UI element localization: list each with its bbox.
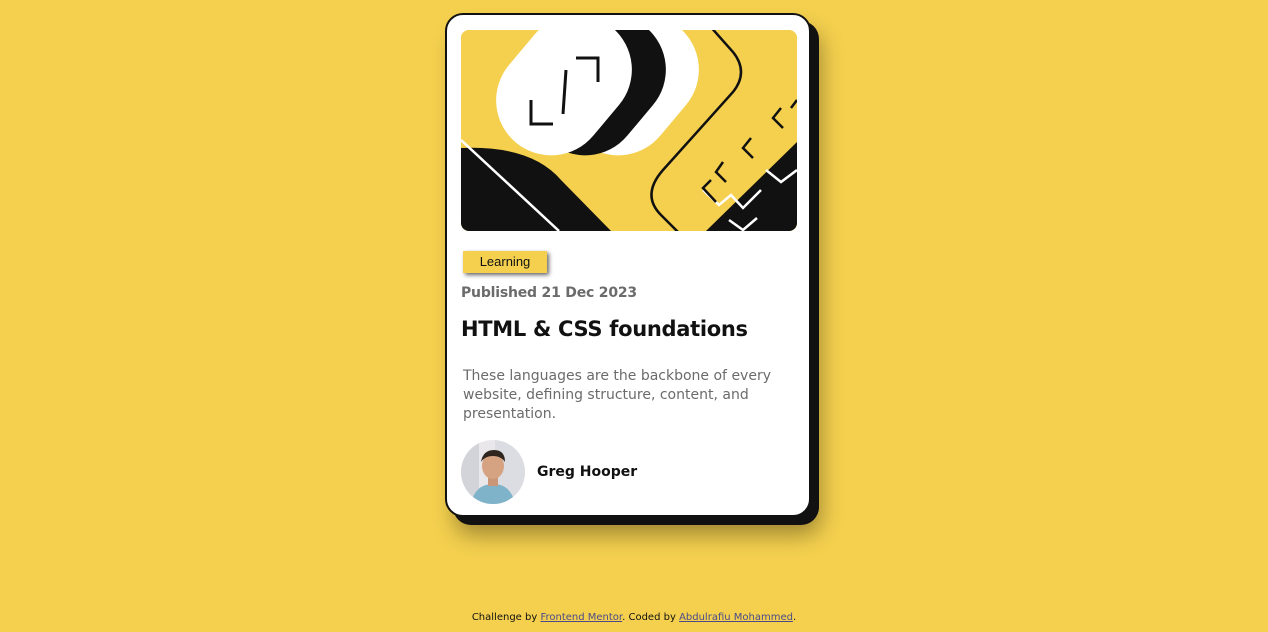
article-description: These languages are the backbone of ever…	[463, 368, 771, 422]
illustration-graphic	[461, 30, 797, 231]
attribution-footer: Challenge by Frontend Mentor. Coded by A…	[0, 612, 1268, 623]
attribution-middle: . Coded by	[622, 612, 680, 623]
attribution-suffix: .	[792, 612, 797, 623]
author-info: Greg Hooper	[461, 440, 637, 504]
avatar-image	[461, 440, 525, 504]
published-date: Published 21 Dec 2023	[461, 285, 637, 301]
article-illustration	[461, 30, 797, 231]
category-tag: Learning	[463, 251, 547, 273]
attribution-prefix: Challenge by	[471, 612, 541, 623]
author-name: Greg Hooper	[537, 464, 638, 480]
author-profile-link[interactable]: Abdulrafiu Mohammed	[679, 612, 793, 623]
article-title[interactable]: HTML & CSS foundations	[461, 317, 748, 341]
author-avatar	[461, 440, 525, 504]
frontend-mentor-link[interactable]: Frontend Mentor	[540, 612, 622, 623]
blog-preview-card: Learning Published 21 Dec 2023 HTML & CS…	[445, 13, 811, 517]
